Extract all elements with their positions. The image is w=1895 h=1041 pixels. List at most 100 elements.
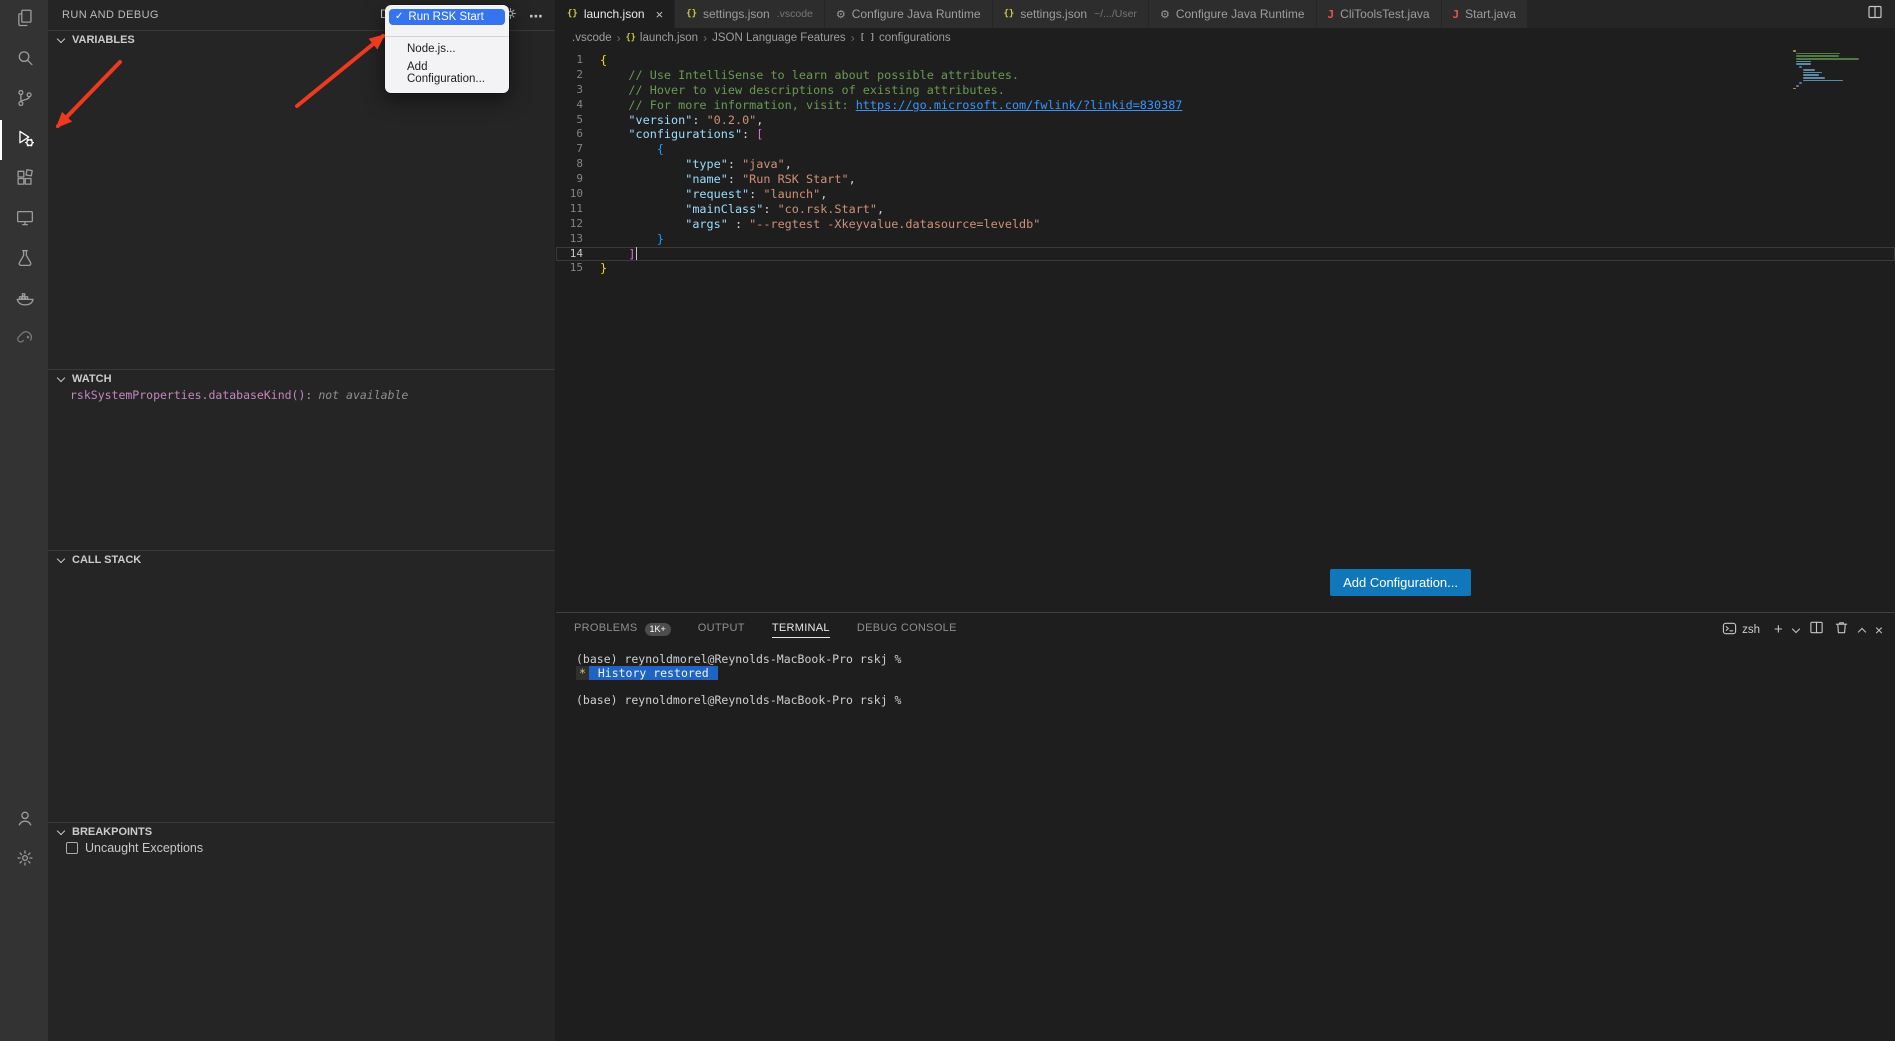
minimap[interactable]	[1793, 50, 1881, 89]
extensions-icon	[14, 167, 36, 194]
text-cursor	[636, 247, 638, 260]
code-line[interactable]: 7 {	[556, 142, 1895, 157]
code-line[interactable]: 13 }	[556, 232, 1895, 247]
minimap-line	[1799, 66, 1802, 68]
tab-launch-json[interactable]: {} launch.json ×	[556, 0, 675, 28]
minimap-line	[1799, 82, 1802, 84]
tab-configure-java-runtime-2[interactable]: ⚙ Configure Java Runtime	[1149, 0, 1317, 28]
tab-configure-java-runtime-1[interactable]: ⚙ Configure Java Runtime	[825, 0, 993, 28]
close-panel-icon[interactable]: ×	[1875, 622, 1883, 638]
close-icon[interactable]: ×	[656, 7, 664, 22]
line-content: "configurations": [	[600, 127, 763, 142]
sidebar-item-run-and-debug[interactable]	[0, 120, 48, 160]
terminal-line: (base) reynoldmorel@Reynolds-MacBook-Pro…	[576, 694, 1895, 708]
breadcrumb-json-language-features[interactable]: JSON Language Features	[712, 32, 846, 44]
accounts-item[interactable]	[0, 800, 48, 840]
line-number: 5	[556, 113, 600, 128]
terminal-content[interactable]: (base) reynoldmorel@Reynolds-MacBook-Pro…	[556, 647, 1895, 708]
sidebar-title: RUN AND DEBUG	[62, 9, 159, 21]
kill-terminal-trash-icon[interactable]	[1834, 620, 1849, 640]
menu-item-label: Run RSK Start	[408, 11, 483, 23]
settings-gear-icon	[14, 847, 36, 874]
minimap-line	[1796, 61, 1811, 63]
json-icon: {}	[1004, 10, 1015, 19]
json-icon: {}	[567, 10, 578, 19]
code-line[interactable]: 3 // Hover to view descriptions of exist…	[556, 83, 1895, 98]
sidebar-item-remote-explorer[interactable]	[0, 200, 48, 240]
panel-tab-debug-console[interactable]: DEBUG CONSOLE	[857, 622, 957, 638]
line-content: // For more information, visit: https://…	[600, 98, 1182, 113]
manage-item[interactable]	[0, 840, 48, 880]
breadcrumb-separator: ›	[851, 31, 855, 45]
breakpoints-section-header[interactable]: BREAKPOINTS	[48, 823, 555, 841]
tab-detail: ~/.../User	[1094, 8, 1137, 20]
sidebar-item-extensions[interactable]	[0, 160, 48, 200]
json-icon: {}	[686, 10, 697, 19]
minimap-line	[1803, 72, 1822, 74]
code-line[interactable]: 8 "type": "java",	[556, 157, 1895, 172]
new-terminal-icon[interactable]: +	[1774, 624, 1783, 636]
line-content: {	[600, 53, 607, 68]
code-line[interactable]: 10 "request": "launch",	[556, 187, 1895, 202]
code-line[interactable]: 6 "configurations": [	[556, 127, 1895, 142]
maximize-panel-icon[interactable]	[1858, 627, 1866, 635]
line-number: 8	[556, 157, 600, 172]
line-number: 9	[556, 172, 600, 187]
split-editor-icon[interactable]	[1867, 4, 1883, 25]
section-title: VARIABLES	[72, 34, 135, 46]
breadcrumb-label: launch.json	[640, 32, 698, 44]
menu-item-nodejs[interactable]: Node.js...	[385, 40, 509, 58]
terminal-shell-picker[interactable]: zsh	[1722, 621, 1760, 639]
code-line[interactable]: 5 "version": "0.2.0",	[556, 113, 1895, 128]
minimap-line	[1803, 77, 1825, 79]
line-content: // Hover to view descriptions of existin…	[600, 83, 1005, 98]
tab-settings-json-vscode[interactable]: {} settings.json .vscode	[675, 0, 825, 28]
panel-tab-terminal[interactable]: TERMINAL	[772, 622, 830, 638]
line-content: "type": "java",	[600, 157, 792, 172]
watch-section-header[interactable]: WATCH	[48, 370, 555, 388]
watch-expression-row[interactable]: rskSystemProperties.databaseKind():not a…	[70, 388, 408, 402]
tab-start-java[interactable]: J Start.java	[1442, 0, 1528, 28]
terminal-dropdown-chevron-icon[interactable]	[1792, 624, 1800, 632]
sidebar-item-source-control[interactable]	[0, 80, 48, 120]
menu-item-run-rsk-start[interactable]: ✓ Run RSK Start	[389, 9, 505, 25]
panel-tab-problems[interactable]: PROBLEMS 1K+	[574, 622, 671, 638]
split-terminal-icon[interactable]	[1809, 620, 1824, 640]
watch-expression: rskSystemProperties.databaseKind():	[70, 388, 312, 402]
tab-label: Start.java	[1465, 7, 1516, 21]
menu-item-add-configuration[interactable]: Add Configuration...	[385, 58, 509, 88]
more-actions-icon[interactable]: ⋯	[529, 11, 543, 21]
code-line[interactable]: 2 // Use IntelliSense to learn about pos…	[556, 68, 1895, 83]
vscode-window: RUN AND DEBUG D ⋯ VARIABLES WATCH rskSys…	[0, 0, 1895, 1041]
code-line[interactable]: 9 "name": "Run RSK Start",	[556, 172, 1895, 187]
checkbox-unchecked[interactable]	[66, 842, 78, 854]
code-line[interactable]: 15}	[556, 261, 1895, 276]
call-stack-section-header[interactable]: CALL STACK	[48, 551, 555, 569]
add-configuration-button[interactable]: Add Configuration...	[1330, 569, 1471, 596]
tab-clitoolstest-java[interactable]: J CliToolsTest.java	[1317, 0, 1442, 28]
breakpoints-section: BREAKPOINTS	[48, 822, 555, 841]
code-editor[interactable]: 1{2 // Use IntelliSense to learn about p…	[556, 48, 1895, 612]
panel-tab-output[interactable]: OUTPUT	[698, 622, 745, 638]
sidebar-item-testing[interactable]	[0, 240, 48, 280]
code-line[interactable]: 1{	[556, 53, 1895, 68]
sidebar-item-search[interactable]	[0, 40, 48, 80]
sidebar-item-explorer[interactable]	[0, 0, 48, 40]
sidebar-item-docker[interactable]	[0, 280, 48, 320]
watch-section: WATCH	[48, 369, 555, 388]
sidebar-item-gradle[interactable]	[0, 320, 48, 360]
check-icon: ✓	[395, 12, 403, 22]
minimap-line	[1796, 55, 1838, 57]
code-line[interactable]: 11 "mainClass": "co.rsk.Start",	[556, 202, 1895, 217]
editor-group: {} launch.json × {} settings.json .vscod…	[556, 0, 1895, 1041]
breadcrumb-launch-json[interactable]: {}launch.json	[626, 32, 698, 44]
code-line[interactable]: 4 // For more information, visit: https:…	[556, 98, 1895, 113]
tab-settings-json-user[interactable]: {} settings.json ~/.../User	[993, 0, 1149, 28]
code-lines: 1{2 // Use IntelliSense to learn about p…	[556, 48, 1895, 276]
uncaught-exceptions-row[interactable]: Uncaught Exceptions	[66, 841, 203, 855]
breadcrumb-configurations[interactable]: [ ]configurations	[860, 32, 951, 44]
gear-icon: ⚙	[836, 9, 846, 20]
breadcrumb-vscode[interactable]: .vscode	[572, 32, 612, 44]
code-line[interactable]: 12 "args" : "--regtest -Xkeyvalue.dataso…	[556, 217, 1895, 232]
code-line[interactable]: 14 ]	[556, 247, 1895, 262]
